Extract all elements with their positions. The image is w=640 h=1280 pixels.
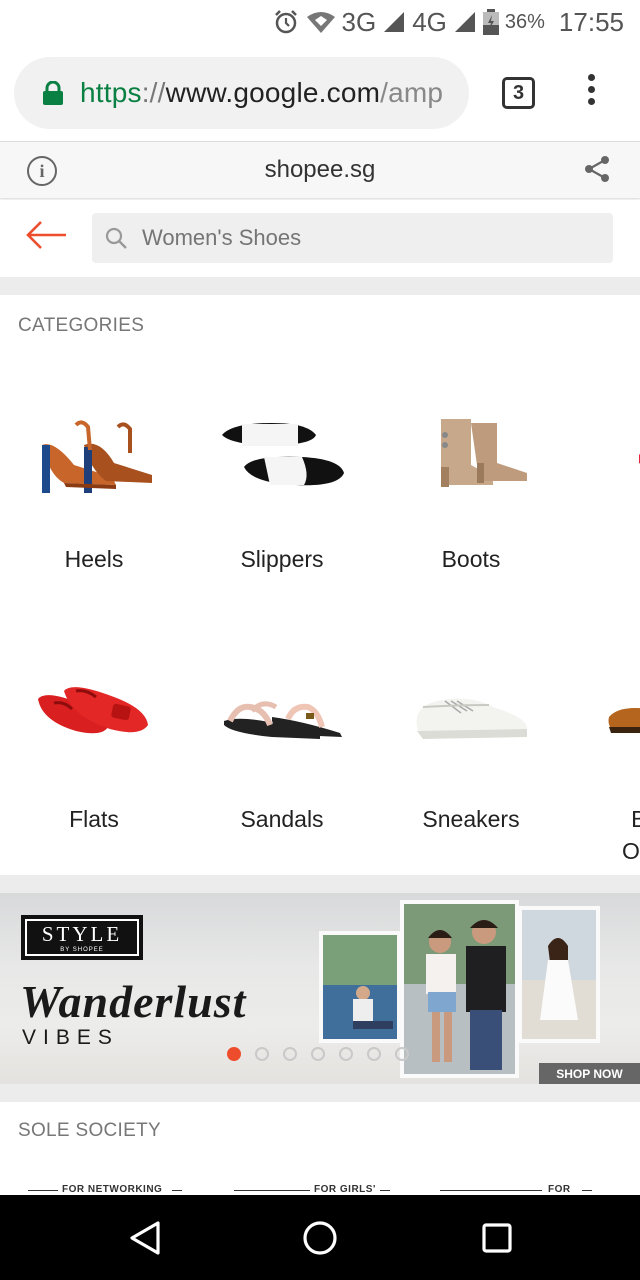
sneakers-image [416,698,527,739]
category-boots[interactable]: Boots [377,395,565,585]
sandals-image [224,701,342,739]
banner-photo-2 [400,900,519,1078]
section-title-sole-society: SOLE SOCIETY [18,1120,161,1141]
android-navigation-bar [0,1195,640,1280]
overflow-menu-button[interactable] [584,74,598,114]
back-icon[interactable] [128,1220,164,1256]
promo-banner[interactable]: STYLE BY SHOPEE Wanderlust VIBES SHOP NO… [0,893,640,1084]
lock-icon [43,81,63,105]
recents-icon[interactable] [481,1222,513,1254]
category-label: Slippers [240,546,324,572]
share-icon[interactable] [584,155,610,183]
url-path: /amp [380,77,444,108]
home-icon[interactable] [302,1220,338,1256]
carousel-dot-4[interactable] [311,1047,325,1061]
tag-for[interactable]: FOR [548,1184,571,1195]
section-divider [0,277,640,295]
tag-girls[interactable]: FOR GIRLS' [314,1184,376,1195]
banner-headline: Wanderlust [20,976,247,1027]
wifi-icon [306,12,335,33]
network-3g: 3G [341,6,377,37]
boots-image [441,419,527,487]
shop-now-button[interactable]: SHOP NOW [539,1063,640,1084]
search-input[interactable] [142,225,582,251]
amp-domain: shopee.sg [264,156,376,183]
categories-section: CATEGORIES Heels Slippers Boots Flats Sa… [0,295,640,875]
category-sneakers[interactable]: Sneakers [377,655,565,855]
clock: 17:55 [558,6,624,37]
category-label: Sandals [240,806,324,832]
logo-main-text: STYLE [41,922,123,946]
category-slippers[interactable]: Slippers [188,395,376,585]
signal-icon [384,12,405,32]
category-label: Heels [64,546,124,572]
url-host: www.google.com [165,77,381,108]
logo-sub-text: BY SHOPEE [60,947,104,953]
tag-rule [172,1190,182,1191]
tag-rule [582,1190,592,1191]
info-icon[interactable]: i [27,156,57,186]
url-separator: :// [141,77,166,108]
url-scheme: https [80,77,142,108]
tag-rule [380,1190,390,1191]
tag-rule [440,1190,542,1191]
search-icon [105,227,127,249]
category-flats[interactable]: Flats [0,655,188,855]
carousel-dot-5[interactable] [339,1047,353,1061]
browser-toolbar: https://www.google.com/amp 3 [0,44,640,142]
banner-subheadline: VIBES [22,1026,119,1049]
carousel-dot-6[interactable] [367,1047,381,1061]
search-bar[interactable] [92,213,613,263]
battery-level: 36% [504,10,545,33]
category-partial-2[interactable]: Bro O [565,655,640,864]
category-label: S [585,543,640,575]
search-header [0,200,640,277]
category-label: Boots [441,546,501,572]
category-label: Flats [69,806,119,832]
carousel-dots [227,1047,409,1061]
section-divider [0,1084,640,1102]
carousel-dot-7[interactable] [395,1047,409,1061]
screen: 3G 4G 36% 17:55 https://www.google.com/a… [0,0,640,1280]
carousel-dot-2[interactable] [255,1047,269,1061]
category-sandals[interactable]: Sandals [188,655,376,855]
heels-image [42,420,152,493]
omnibox[interactable]: https://www.google.com/amp [14,57,469,129]
battery-icon [482,9,499,35]
flats-image [38,687,148,734]
section-divider [0,875,640,893]
banner-photo-3 [518,906,600,1043]
category-label: Sneakers [422,806,520,832]
carousel-dot-3[interactable] [283,1047,297,1061]
category-label: Bro [631,806,640,832]
tag-rule [234,1190,310,1191]
section-title-categories: CATEGORIES [18,315,145,336]
tab-switcher-button[interactable]: 3 [502,77,535,109]
url-text: https://www.google.com/amp [80,77,443,109]
alarm-icon [274,10,297,34]
back-arrow-icon[interactable] [26,220,68,250]
category-heels[interactable]: Heels [0,395,188,585]
shoe-image [639,453,640,464]
status-bar: 3G 4G 36% 17:55 [0,0,640,44]
sole-society-section: SOLE SOCIETY FOR NETWORKING FOR GIRLS' F… [0,1102,640,1195]
style-logo: STYLE BY SHOPEE [21,915,143,960]
oxford-image [608,708,640,733]
tag-networking[interactable]: FOR NETWORKING [62,1184,162,1195]
tag-rule [28,1190,58,1191]
banner-photo-1 [319,931,401,1043]
slippers-image [222,423,344,486]
carousel-dot-1[interactable] [227,1047,241,1061]
signal-icon-2 [454,12,475,32]
network-4g: 4G [412,6,447,37]
category-label-line2: O [622,838,640,864]
amp-header: shopee.sg i [0,142,640,199]
category-partial-1[interactable]: S [565,395,640,585]
